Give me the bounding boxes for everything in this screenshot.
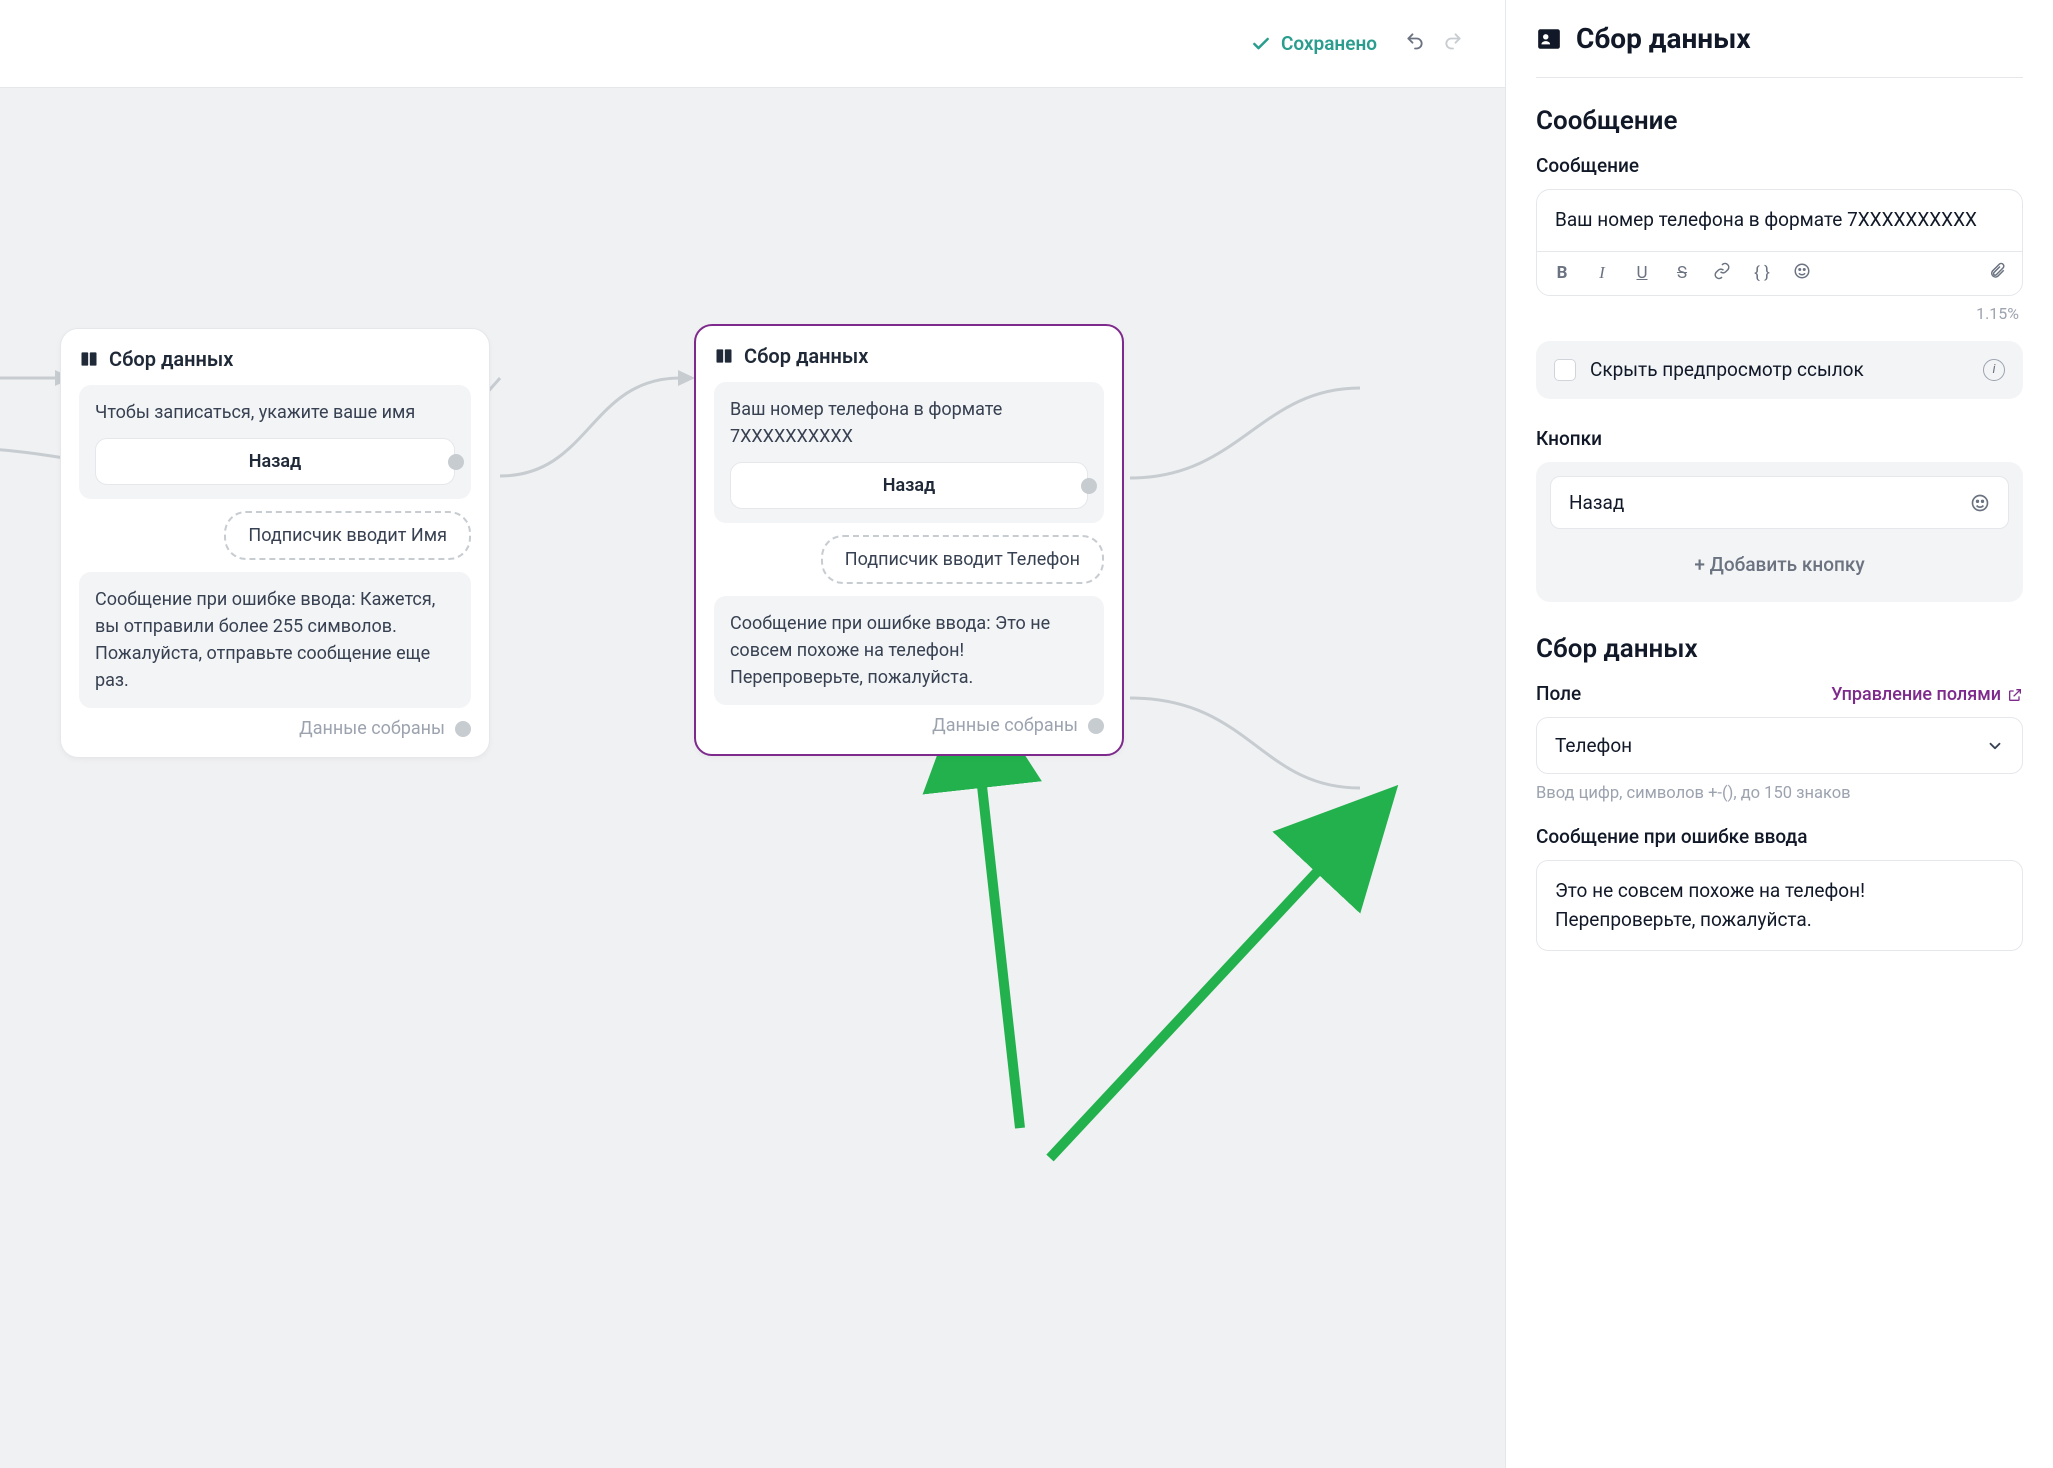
hide-preview-checkbox[interactable] xyxy=(1554,359,1576,381)
rich-text-toolbar: B I U S { } xyxy=(1537,251,2022,295)
error-input[interactable]: Это не совсем похоже на телефон! Перепро… xyxy=(1536,860,2023,951)
card-error-block: Сообщение при ошибке ввода: Это не совсе… xyxy=(714,596,1104,705)
card-output-port[interactable] xyxy=(455,721,471,737)
smile-icon xyxy=(1793,262,1811,280)
undo-icon xyxy=(1405,31,1425,51)
undo-button[interactable] xyxy=(1405,31,1425,56)
underline-button[interactable]: U xyxy=(1631,263,1653,283)
card-back-button[interactable]: Назад xyxy=(730,462,1088,509)
card-input-chip: Подписчик вводит Телефон xyxy=(821,535,1104,584)
check-icon xyxy=(1251,34,1271,54)
add-button[interactable]: + Добавить кнопку xyxy=(1550,541,2009,588)
field-hint: Ввод цифр, символов +-(), до 150 знаков xyxy=(1536,784,2023,803)
card-title: Сбор данных xyxy=(79,347,471,371)
section-collect-title: Сбор данных xyxy=(1536,634,2023,664)
collect-icon xyxy=(79,349,99,369)
collect-icon xyxy=(714,346,734,366)
card-input-chip-row: Подписчик вводит Телефон xyxy=(714,535,1104,584)
field-select[interactable]: Телефон xyxy=(1536,717,2023,774)
char-percent: 1.15% xyxy=(1536,304,2023,323)
section-message-title: Сообщение xyxy=(1536,106,2023,136)
attach-button[interactable] xyxy=(1986,262,2008,285)
message-label: Сообщение xyxy=(1536,154,2023,177)
link-button[interactable] xyxy=(1711,262,1733,285)
external-link-icon xyxy=(2007,687,2023,703)
card-message-block: Ваш номер телефона в формате 7XXXXXXXXXX… xyxy=(714,382,1104,523)
button-item-back[interactable]: Назад xyxy=(1550,476,2009,529)
button-output-port[interactable] xyxy=(1081,478,1097,494)
message-field: Ваш номер телефона в формате 7XXXXXXXXXX… xyxy=(1536,189,2023,296)
card-input-chip-row: Подписчик вводит Имя xyxy=(79,511,471,560)
flow-card-name[interactable]: Сбор данных Чтобы записаться, укажите ва… xyxy=(60,328,490,758)
message-input[interactable]: Ваш номер телефона в формате 7XXXXXXXXXX xyxy=(1537,190,2022,251)
card-footer: Данные собраны xyxy=(714,715,1104,736)
buttons-label: Кнопки xyxy=(1536,427,2023,450)
redo-button[interactable] xyxy=(1443,31,1463,56)
button-output-port[interactable] xyxy=(448,454,464,470)
top-bar: Сохранено xyxy=(0,0,1505,88)
card-footer-label: Данные собраны xyxy=(299,718,445,739)
field-row-labels: Поле Управление полями xyxy=(1536,682,2023,705)
card-output-port[interactable] xyxy=(1088,718,1104,734)
field-label: Поле xyxy=(1536,682,1581,705)
history-buttons xyxy=(1405,31,1463,56)
hide-preview-label: Скрыть предпросмотр ссылок xyxy=(1590,357,1969,384)
contact-card-icon xyxy=(1536,26,1562,52)
emoji-button[interactable] xyxy=(1791,262,1813,285)
card-message: Чтобы записаться, укажите ваше имя xyxy=(95,399,455,426)
field-value: Телефон xyxy=(1555,734,1632,757)
strike-button[interactable]: S xyxy=(1671,263,1693,283)
card-footer-label: Данные собраны xyxy=(932,715,1078,736)
card-input-chip: Подписчик вводит Имя xyxy=(224,511,471,560)
saved-status: Сохранено xyxy=(1251,32,1377,55)
smile-icon xyxy=(1970,493,1990,513)
buttons-group: Назад + Добавить кнопку xyxy=(1536,462,2023,602)
card-title: Сбор данных xyxy=(714,344,1104,368)
card-message: Ваш номер телефона в формате 7XXXXXXXXXX xyxy=(730,396,1088,450)
link-icon xyxy=(1713,262,1731,280)
card-back-button[interactable]: Назад xyxy=(95,438,455,485)
card-error-block: Сообщение при ошибке ввода: Кажется, вы … xyxy=(79,572,471,708)
panel-header: Сбор данных xyxy=(1536,22,2023,78)
redo-icon xyxy=(1443,31,1463,51)
panel-title: Сбор данных xyxy=(1576,22,1751,55)
side-panel: Сбор данных Сообщение Сообщение Ваш номе… xyxy=(1505,0,2053,1468)
flow-card-phone[interactable]: Сбор данных Ваш номер телефона в формате… xyxy=(694,324,1124,756)
chevron-down-icon xyxy=(1986,737,2004,755)
saved-label: Сохранено xyxy=(1281,32,1377,55)
paperclip-icon xyxy=(1988,262,2006,280)
italic-button[interactable]: I xyxy=(1591,263,1613,283)
error-label: Сообщение при ошибке ввода xyxy=(1536,825,2023,848)
bold-button[interactable]: B xyxy=(1551,263,1573,283)
card-message-block: Чтобы записаться, укажите ваше имя Назад xyxy=(79,385,471,499)
manage-fields-link[interactable]: Управление полями xyxy=(1831,684,2023,705)
card-footer: Данные собраны xyxy=(79,718,471,739)
info-icon[interactable]: i xyxy=(1983,359,2005,381)
braces-button[interactable]: { } xyxy=(1751,263,1773,283)
flow-canvas[interactable]: Сбор данных Чтобы записаться, укажите ва… xyxy=(0,88,1505,1468)
hide-preview-row[interactable]: Скрыть предпросмотр ссылок i xyxy=(1536,341,2023,400)
connections-overlay xyxy=(0,88,1505,1468)
